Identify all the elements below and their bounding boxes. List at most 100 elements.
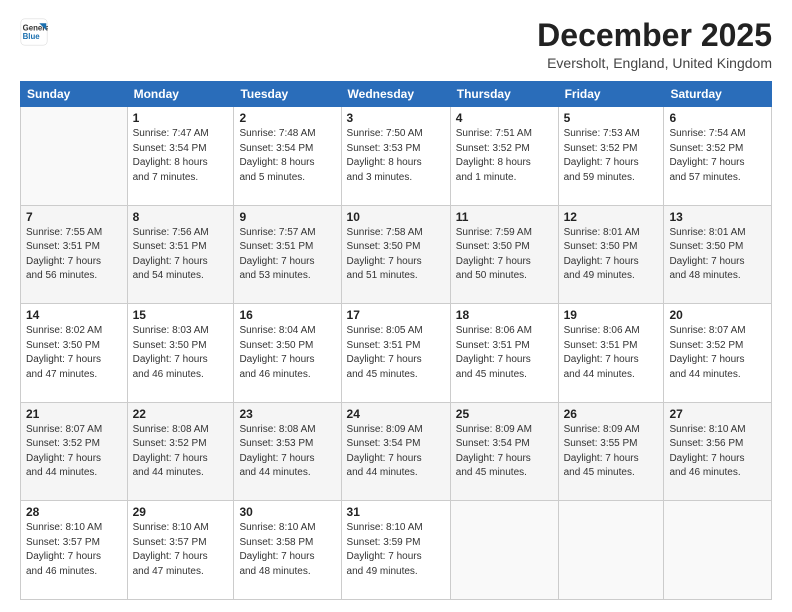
day-number: 14 — [26, 308, 122, 322]
table-row: 5 Sunrise: 7:53 AMSunset: 3:52 PMDaylight… — [558, 107, 664, 206]
calendar-week-row: 28Sunrise: 8:10 AMSunset: 3:57 PMDayligh… — [21, 501, 772, 600]
svg-text:Blue: Blue — [23, 32, 41, 41]
day-number: 22 — [133, 407, 229, 421]
table-row: 10 Sunrise: 7:58 AMSunset: 3:50 PMDayligh… — [341, 205, 450, 304]
day-info: Sunrise: 7:58 AMSunset: 3:50 PMDaylight:… — [347, 226, 445, 284]
day-info: Sunrise: 8:10 AMSunset: 3:57 PMDaylight:… — [26, 521, 122, 579]
day-number: 26 — [564, 407, 659, 421]
day-info: Sunrise: 8:08 AMSunset: 3:53 PMDaylight:… — [239, 423, 335, 481]
table-row: 28Sunrise: 8:10 AMSunset: 3:57 PMDayligh… — [21, 501, 128, 600]
day-number: 30 — [239, 505, 335, 519]
day-number: 12 — [564, 210, 659, 224]
table-row: 20Sunrise: 8:07 AMSunset: 3:52 PMDayligh… — [664, 304, 772, 403]
day-number: 25 — [456, 407, 553, 421]
day-info: Sunrise: 8:01 AMSunset: 3:50 PMDaylight:… — [564, 226, 659, 284]
table-row: 18Sunrise: 8:06 AMSunset: 3:51 PMDayligh… — [450, 304, 558, 403]
day-number: 21 — [26, 407, 122, 421]
day-number: 3 — [347, 111, 445, 125]
day-info: Sunrise: 7:48 AMSunset: 3:54 PMDaylight:… — [239, 127, 335, 185]
page: General Blue December 2025 Eversholt, En… — [0, 0, 792, 612]
day-number: 8 — [133, 210, 229, 224]
day-info: Sunrise: 8:05 AMSunset: 3:51 PMDaylight:… — [347, 324, 445, 382]
table-row: 23Sunrise: 8:08 AMSunset: 3:53 PMDayligh… — [234, 402, 341, 501]
table-row: 8 Sunrise: 7:56 AMSunset: 3:51 PMDaylight… — [127, 205, 234, 304]
calendar-week-row: 14 Sunrise: 8:02 AMSunset: 3:50 PMDayligh… — [21, 304, 772, 403]
table-row: 9Sunrise: 7:57 AMSunset: 3:51 PMDaylight… — [234, 205, 341, 304]
day-info: Sunrise: 7:57 AMSunset: 3:51 PMDaylight:… — [239, 226, 335, 284]
table-row — [450, 501, 558, 600]
day-info: Sunrise: 7:50 AMSunset: 3:53 PMDaylight:… — [347, 127, 445, 185]
day-info: Sunrise: 8:06 AMSunset: 3:51 PMDaylight:… — [564, 324, 659, 382]
day-info: Sunrise: 8:06 AMSunset: 3:51 PMDaylight:… — [456, 324, 553, 382]
table-row: 4Sunrise: 7:51 AMSunset: 3:52 PMDaylight… — [450, 107, 558, 206]
day-info: Sunrise: 7:54 AMSunset: 3:52 PMDaylight:… — [669, 127, 766, 185]
day-info: Sunrise: 8:04 AMSunset: 3:50 PMDaylight:… — [239, 324, 335, 382]
day-info: Sunrise: 8:07 AMSunset: 3:52 PMDaylight:… — [669, 324, 766, 382]
day-info: Sunrise: 8:01 AMSunset: 3:50 PMDaylight:… — [669, 226, 766, 284]
table-row — [558, 501, 664, 600]
title-block: December 2025 Eversholt, England, United… — [537, 18, 772, 71]
day-number: 19 — [564, 308, 659, 322]
table-row: 12 Sunrise: 8:01 AMSunset: 3:50 PMDayligh… — [558, 205, 664, 304]
day-number: 10 — [347, 210, 445, 224]
table-row: 24 Sunrise: 8:09 AMSunset: 3:54 PMDayligh… — [341, 402, 450, 501]
table-row: 13Sunrise: 8:01 AMSunset: 3:50 PMDayligh… — [664, 205, 772, 304]
table-row: 2Sunrise: 7:48 AMSunset: 3:54 PMDaylight… — [234, 107, 341, 206]
table-row: 3 Sunrise: 7:50 AMSunset: 3:53 PMDaylight… — [341, 107, 450, 206]
table-row: 11 Sunrise: 7:59 AMSunset: 3:50 PMDayligh… — [450, 205, 558, 304]
day-info: Sunrise: 7:56 AMSunset: 3:51 PMDaylight:… — [133, 226, 229, 284]
day-number: 1 — [133, 111, 229, 125]
day-number: 15 — [133, 308, 229, 322]
table-row: 16 Sunrise: 8:04 AMSunset: 3:50 PMDayligh… — [234, 304, 341, 403]
table-row: 17 Sunrise: 8:05 AMSunset: 3:51 PMDayligh… — [341, 304, 450, 403]
day-number: 31 — [347, 505, 445, 519]
calendar: Sunday Monday Tuesday Wednesday Thursday… — [20, 81, 772, 600]
calendar-week-row: 7Sunrise: 7:55 AMSunset: 3:51 PMDaylight… — [21, 205, 772, 304]
table-row: 29 Sunrise: 8:10 AMSunset: 3:57 PMDayligh… — [127, 501, 234, 600]
day-info: Sunrise: 8:10 AMSunset: 3:59 PMDaylight:… — [347, 521, 445, 579]
table-row: 31 Sunrise: 8:10 AMSunset: 3:59 PMDayligh… — [341, 501, 450, 600]
day-number: 29 — [133, 505, 229, 519]
calendar-week-row: 1Sunrise: 7:47 AMSunset: 3:54 PMDaylight… — [21, 107, 772, 206]
day-info: Sunrise: 8:10 AMSunset: 3:58 PMDaylight:… — [239, 521, 335, 579]
day-info: Sunrise: 8:10 AMSunset: 3:57 PMDaylight:… — [133, 521, 229, 579]
day-number: 17 — [347, 308, 445, 322]
col-wednesday: Wednesday — [341, 82, 450, 107]
calendar-header-row: Sunday Monday Tuesday Wednesday Thursday… — [21, 82, 772, 107]
day-info: Sunrise: 8:10 AMSunset: 3:56 PMDaylight:… — [669, 423, 766, 481]
col-thursday: Thursday — [450, 82, 558, 107]
day-number: 16 — [239, 308, 335, 322]
table-row — [21, 107, 128, 206]
table-row: 25Sunrise: 8:09 AMSunset: 3:54 PMDayligh… — [450, 402, 558, 501]
col-sunday: Sunday — [21, 82, 128, 107]
day-number: 24 — [347, 407, 445, 421]
table-row: 6Sunrise: 7:54 AMSunset: 3:52 PMDaylight… — [664, 107, 772, 206]
col-tuesday: Tuesday — [234, 82, 341, 107]
day-number: 7 — [26, 210, 122, 224]
col-monday: Monday — [127, 82, 234, 107]
calendar-week-row: 21 Sunrise: 8:07 AMSunset: 3:52 PMDayligh… — [21, 402, 772, 501]
day-number: 11 — [456, 210, 553, 224]
logo-icon: General Blue — [20, 18, 48, 46]
table-row — [664, 501, 772, 600]
day-number: 4 — [456, 111, 553, 125]
location: Eversholt, England, United Kingdom — [537, 55, 772, 71]
day-info: Sunrise: 8:09 AMSunset: 3:54 PMDaylight:… — [347, 423, 445, 481]
day-info: Sunrise: 8:02 AMSunset: 3:50 PMDaylight:… — [26, 324, 122, 382]
header: General Blue December 2025 Eversholt, En… — [20, 18, 772, 71]
day-info: Sunrise: 7:59 AMSunset: 3:50 PMDaylight:… — [456, 226, 553, 284]
logo: General Blue — [20, 18, 50, 46]
day-number: 27 — [669, 407, 766, 421]
day-info: Sunrise: 8:07 AMSunset: 3:52 PMDaylight:… — [26, 423, 122, 481]
table-row: 30 Sunrise: 8:10 AMSunset: 3:58 PMDayligh… — [234, 501, 341, 600]
month-title: December 2025 — [537, 18, 772, 53]
day-info: Sunrise: 7:53 AMSunset: 3:52 PMDaylight:… — [564, 127, 659, 185]
col-friday: Friday — [558, 82, 664, 107]
table-row: 7Sunrise: 7:55 AMSunset: 3:51 PMDaylight… — [21, 205, 128, 304]
col-saturday: Saturday — [664, 82, 772, 107]
day-info: Sunrise: 8:03 AMSunset: 3:50 PMDaylight:… — [133, 324, 229, 382]
table-row: 21 Sunrise: 8:07 AMSunset: 3:52 PMDayligh… — [21, 402, 128, 501]
table-row: 15 Sunrise: 8:03 AMSunset: 3:50 PMDayligh… — [127, 304, 234, 403]
day-number: 5 — [564, 111, 659, 125]
table-row: 19 Sunrise: 8:06 AMSunset: 3:51 PMDayligh… — [558, 304, 664, 403]
